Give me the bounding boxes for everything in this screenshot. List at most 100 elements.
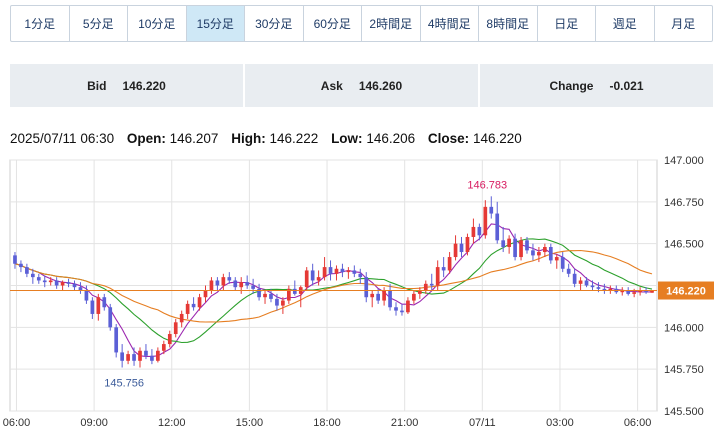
ask-value: 146.260	[358, 78, 403, 93]
candlestick-chart[interactable]: 145.500145.750146.000146.250146.500146.7…	[0, 150, 720, 435]
change-box: Change -0.021	[480, 64, 713, 107]
candle-body	[108, 307, 113, 328]
candle-body	[132, 354, 136, 361]
high-value: 146.222	[269, 131, 319, 146]
candle-body	[447, 257, 452, 271]
tab-timeframe-4[interactable]: 30分足	[245, 6, 304, 41]
candle-body	[453, 243, 458, 258]
candle-body	[400, 310, 404, 313]
low-value: 146.206	[366, 131, 416, 146]
tab-timeframe-7[interactable]: 4時間足	[421, 6, 479, 41]
low-annotation: 145.756	[104, 377, 144, 389]
tab-timeframe-3[interactable]: 15分足	[186, 6, 245, 41]
low-label: Low:	[331, 131, 363, 146]
candle-body	[281, 300, 285, 306]
candle-body	[388, 290, 392, 308]
candle-body	[596, 287, 601, 289]
candle-body	[394, 307, 398, 311]
ask-box: Ask 146.260	[245, 64, 478, 107]
candle-body	[167, 334, 172, 345]
ohlc-readout: 2025/07/11 06:30 Open: 146.207 High: 146…	[10, 131, 522, 146]
x-tick-label: 09:00	[80, 417, 108, 429]
candle-body	[60, 282, 65, 286]
candle-body	[423, 283, 428, 291]
candle-body	[429, 283, 434, 286]
candle-body	[310, 270, 315, 281]
candle-body	[578, 280, 583, 284]
candle-body	[477, 226, 482, 236]
y-tick-label: 145.750	[664, 364, 704, 376]
candle-body	[471, 226, 476, 237]
candle-body	[25, 267, 29, 274]
change-label: Change	[549, 78, 594, 93]
candle-body	[90, 300, 95, 314]
candle-body	[269, 293, 273, 299]
candle-body	[179, 313, 184, 323]
candle-body	[560, 257, 565, 269]
tab-timeframe-0[interactable]: 1分足	[11, 6, 70, 41]
candle-body	[459, 243, 464, 253]
candle-body	[382, 290, 386, 301]
candle-body	[19, 263, 23, 268]
candle-body	[513, 238, 517, 258]
candle-body	[102, 297, 107, 308]
bid-value: 146.220	[122, 78, 166, 93]
candle-body	[36, 277, 41, 281]
tab-timeframe-2[interactable]: 10分足	[128, 6, 187, 41]
tab-timeframe-9[interactable]: 日足	[538, 6, 596, 41]
candle-body	[120, 352, 124, 361]
candle-body	[525, 240, 529, 251]
candle-body	[531, 250, 535, 256]
y-tick-label: 146.500	[664, 239, 704, 251]
candle-body	[483, 206, 488, 236]
current-price-label: 146.220	[666, 286, 706, 298]
bid-box: Bid 146.220	[10, 64, 243, 107]
candle-body	[245, 282, 250, 286]
candle-body	[66, 282, 71, 284]
candle-body	[543, 247, 547, 253]
x-tick-label: 21:00	[391, 417, 419, 429]
candle-body	[292, 288, 297, 294]
candle-body	[554, 257, 559, 261]
candle-body	[328, 267, 333, 274]
candle-body	[465, 236, 470, 253]
candle-body	[566, 268, 571, 274]
tab-timeframe-11[interactable]: 月足	[655, 6, 713, 41]
candle-body	[191, 303, 196, 308]
candle-body	[412, 293, 416, 301]
candle-body	[197, 297, 202, 308]
candle-body	[358, 273, 363, 278]
candle-body	[72, 283, 77, 288]
candle-body	[150, 355, 154, 361]
y-tick-label: 147.000	[664, 155, 704, 167]
candle-body	[352, 270, 357, 274]
open-label: Open:	[126, 131, 166, 146]
x-tick-label: 06:00	[624, 417, 652, 429]
close-label: Close:	[427, 131, 470, 146]
candle-body	[584, 280, 589, 286]
high-label: High:	[231, 131, 266, 146]
tab-timeframe-6[interactable]: 2時間足	[362, 6, 421, 41]
candle-body	[114, 327, 119, 353]
candle-body	[346, 270, 351, 273]
tab-timeframe-10[interactable]: 週足	[596, 6, 655, 41]
candle-body	[548, 247, 553, 261]
candle-body	[376, 293, 380, 301]
candle-body	[54, 280, 59, 286]
candle-body	[304, 270, 309, 288]
candle-body	[495, 213, 500, 241]
candle-body	[251, 285, 255, 289]
candle-body	[203, 290, 208, 298]
y-tick-label: 145.500	[664, 406, 704, 418]
candle-body	[275, 298, 279, 306]
candle-body	[316, 277, 321, 281]
tab-timeframe-5[interactable]: 60分足	[304, 6, 362, 41]
candle-body	[537, 252, 541, 256]
change-value: -0.021	[609, 78, 644, 93]
x-tick-label: 07/11	[469, 417, 496, 429]
candle-body	[48, 280, 53, 283]
tab-timeframe-1[interactable]: 5分足	[70, 6, 128, 41]
open-value: 146.207	[169, 131, 219, 146]
y-tick-label: 146.750	[664, 197, 704, 209]
tab-timeframe-8[interactable]: 8時間足	[479, 6, 538, 41]
